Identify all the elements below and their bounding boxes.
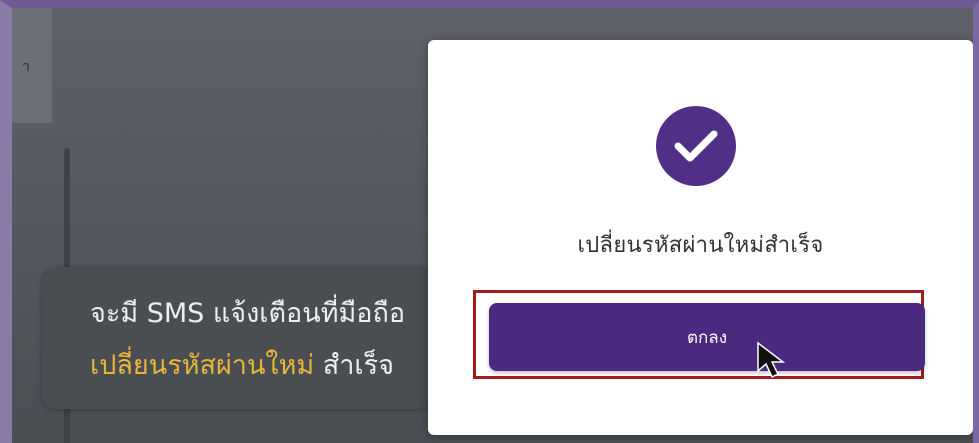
success-dialog: เปลี่ยนรหัสผ่านใหม่สำเร็จ ตกลง: [428, 40, 973, 435]
callout-line-1: จะมี SMS แจ้งเตือนที่มือถือ: [90, 298, 406, 329]
callout-line-2: เปลี่ยนรหัสผ่านใหม่ สำเร็จ: [90, 343, 394, 386]
tutorial-callout: จะมี SMS แจ้งเตือนที่มือถือ เปลี่ยนรหัสผ…: [42, 267, 432, 409]
background-panel: า: [12, 8, 52, 123]
check-circle-icon: [656, 106, 736, 186]
callout-highlight-text: เปลี่ยนรหัสผ่านใหม่: [90, 350, 315, 381]
ok-button[interactable]: ตกลง: [489, 303, 925, 371]
background-partial-text: า: [22, 59, 30, 75]
success-message: เปลี่ยนรหัสผ่านใหม่สำเร็จ: [577, 233, 824, 258]
mouse-cursor-icon: [757, 341, 786, 379]
checkmark-icon: [674, 130, 718, 162]
callout-rest-text: สำเร็จ: [322, 350, 394, 381]
app-window: า จะมี SMS แจ้งเตือนที่มือถือ เปลี่ยนรหั…: [0, 0, 979, 443]
